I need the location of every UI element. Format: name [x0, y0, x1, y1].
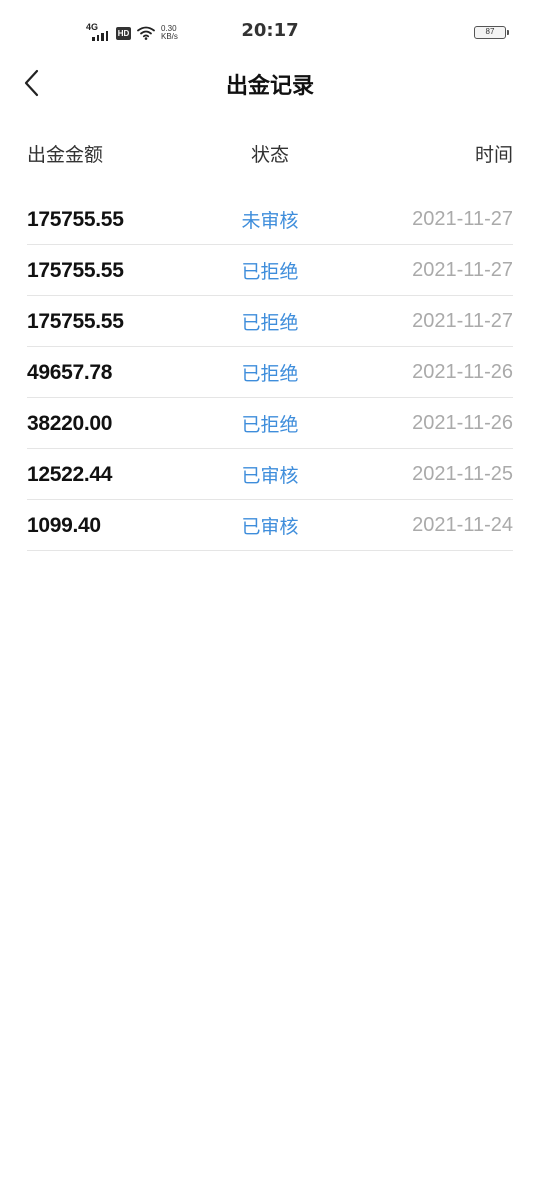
table-row[interactable]: 38220.00 已拒绝 2021-11-26 [27, 399, 513, 449]
table-row[interactable]: 49657.78 已拒绝 2021-11-26 [27, 348, 513, 398]
row-status: 已拒绝 [241, 312, 299, 334]
row-status: 已拒绝 [241, 414, 299, 436]
row-amount: 38220.00 [27, 411, 113, 435]
row-amount: 175755.55 [27, 309, 124, 333]
status-bar: 4G HD 0.30 KB/s 20:17 87 [0, 0, 540, 66]
page-title: 出金记录 [225, 74, 314, 99]
column-header-amount: 出金金额 [27, 143, 104, 166]
row-status: 已审核 [241, 465, 299, 487]
row-date: 2021-11-27 [412, 208, 513, 230]
row-amount: 175755.55 [27, 258, 124, 282]
row-date: 2021-11-27 [412, 259, 513, 281]
row-amount: 175755.55 [27, 207, 124, 231]
row-amount: 49657.78 [27, 360, 113, 384]
row-date: 2021-11-26 [412, 412, 513, 434]
row-status: 已审核 [241, 516, 299, 538]
column-header-status: 状态 [250, 143, 289, 166]
table-header: 出金金额 状态 时间 [27, 136, 513, 170]
status-time: 20:17 [241, 20, 299, 41]
withdrawal-records-table: 出金金额 状态 时间 175755.55 未审核 2021-11-27 1757… [27, 136, 513, 552]
row-date: 2021-11-24 [412, 514, 513, 536]
table-row[interactable]: 175755.55 已拒绝 2021-11-27 [27, 246, 513, 296]
row-date: 2021-11-27 [412, 310, 513, 332]
row-status: 已拒绝 [241, 363, 299, 385]
row-status: 未审核 [241, 210, 299, 232]
battery-level: 87 [485, 27, 495, 36]
row-amount: 1099.40 [27, 513, 101, 537]
table-row[interactable]: 12522.44 已审核 2021-11-25 [27, 450, 513, 500]
row-date: 2021-11-26 [412, 361, 513, 383]
header: 出金记录 [0, 58, 540, 108]
table-row[interactable]: 175755.55 未审核 2021-11-27 [27, 195, 513, 245]
column-header-time: 时间 [474, 143, 513, 166]
battery-icon: 87 [474, 26, 509, 39]
table-row[interactable]: 175755.55 已拒绝 2021-11-27 [27, 297, 513, 347]
table-row[interactable]: 1099.40 已审核 2021-11-24 [27, 501, 513, 551]
row-amount: 12522.44 [27, 462, 113, 486]
row-date: 2021-11-25 [412, 463, 513, 485]
row-status: 已拒绝 [241, 261, 299, 283]
